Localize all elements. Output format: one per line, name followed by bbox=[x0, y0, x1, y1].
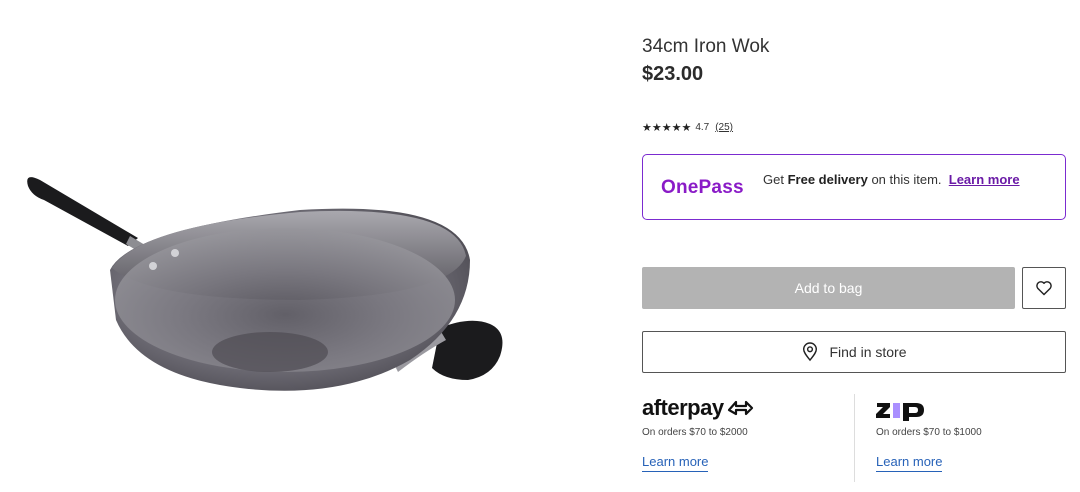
add-to-bag-button[interactable]: Add to bag bbox=[642, 267, 1015, 309]
find-in-store-button[interactable]: Find in store bbox=[642, 331, 1066, 373]
onepass-free-delivery: Free delivery bbox=[787, 172, 868, 187]
afterpay-section: afterpay On orders $70 to $2000 Learn mo… bbox=[642, 393, 754, 472]
zip-section: On orders $70 to $1000 Learn more bbox=[876, 393, 982, 472]
onepass-learn-more-link[interactable]: Learn more bbox=[949, 172, 1020, 187]
heart-icon bbox=[1036, 281, 1052, 296]
wok-illustration bbox=[27, 177, 503, 391]
afterpay-description: On orders $70 to $2000 bbox=[642, 427, 748, 438]
onepass-message: Get Free delivery on this item. Learn mo… bbox=[763, 172, 1043, 188]
find-in-store-label: Find in store bbox=[829, 344, 907, 360]
onepass-text-before: Get bbox=[763, 172, 784, 187]
wishlist-button[interactable] bbox=[1022, 267, 1066, 309]
location-pin-icon bbox=[803, 342, 818, 362]
product-title: 34cm Iron Wok bbox=[642, 36, 770, 57]
onepass-banner: OnePass Get Free delivery on this item. … bbox=[642, 154, 1066, 220]
rating-score: 4.7 bbox=[695, 122, 710, 133]
product-rating[interactable]: ★★★★★ 4.7 (25) bbox=[642, 121, 733, 134]
afterpay-brand: afterpay bbox=[642, 395, 724, 420]
afterpay-logo: afterpay bbox=[642, 393, 754, 421]
afterpay-arrows-icon bbox=[727, 400, 753, 416]
zip-learn-more-link[interactable]: Learn more bbox=[876, 454, 943, 472]
payment-divider bbox=[854, 394, 855, 482]
product-price: $23.00 bbox=[642, 63, 704, 85]
review-count-link[interactable]: (25) bbox=[715, 122, 733, 133]
zip-logo-mark bbox=[876, 403, 924, 421]
zip-description: On orders $70 to $1000 bbox=[876, 427, 982, 438]
zip-logo bbox=[876, 393, 982, 421]
afterpay-learn-more-link[interactable]: Learn more bbox=[642, 454, 709, 472]
onepass-logo: OnePass bbox=[661, 177, 744, 198]
onepass-text-after: on this item. bbox=[871, 172, 942, 187]
product-image bbox=[0, 0, 600, 492]
star-rating-icon: ★★★★★ bbox=[642, 122, 692, 134]
